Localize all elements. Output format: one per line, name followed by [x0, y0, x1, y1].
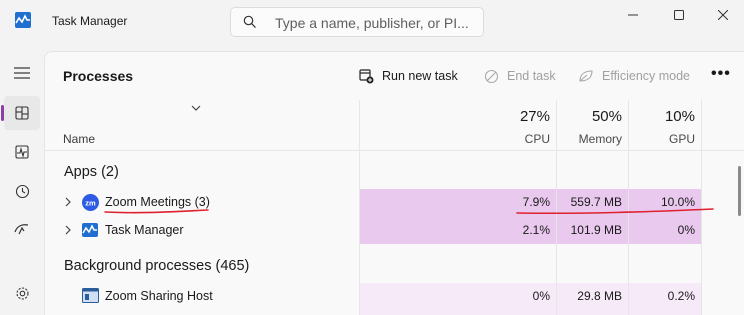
processes-panel: Processes Run new task End task Efficien…	[44, 51, 744, 315]
run-task-icon	[359, 68, 374, 83]
search-icon	[243, 15, 256, 28]
nav-startup-apps[interactable]	[4, 212, 40, 246]
search-box[interactable]	[230, 7, 484, 37]
more-options-button[interactable]: •••	[711, 65, 731, 83]
title-bar: Task Manager	[0, 0, 744, 44]
end-task-label: End task	[507, 69, 556, 83]
minimize-button[interactable]	[610, 0, 656, 30]
hamburger-menu-button[interactable]	[4, 56, 40, 90]
end-task-button[interactable]: End task	[484, 65, 556, 87]
run-new-task-label: Run new task	[382, 69, 458, 83]
minimize-icon	[628, 14, 638, 16]
leaf-icon	[579, 70, 593, 82]
task-manager-logo-icon	[15, 12, 31, 28]
navigation-rail	[0, 44, 44, 315]
close-icon	[718, 10, 728, 20]
history-icon	[15, 184, 29, 198]
red-annotation-marks	[104, 208, 714, 215]
nav-performance[interactable]	[4, 135, 40, 169]
hamburger-icon	[14, 67, 30, 79]
maximize-icon	[674, 10, 684, 20]
vertical-scrollbar[interactable]	[738, 166, 741, 216]
nav-processes[interactable]	[4, 96, 40, 130]
run-new-task-button[interactable]: Run new task	[359, 65, 458, 87]
performance-icon	[15, 145, 29, 159]
maximize-button[interactable]	[656, 0, 702, 30]
end-task-icon	[484, 69, 499, 83]
efficiency-mode-button[interactable]: Efficiency mode	[578, 65, 690, 87]
nav-app-history[interactable]	[4, 174, 40, 208]
close-button[interactable]	[700, 0, 744, 30]
underline-zoom-values	[516, 208, 714, 215]
page-title: Processes	[63, 68, 134, 84]
window-title: Task Manager	[52, 14, 128, 28]
processes-icon	[15, 106, 29, 120]
nav-settings[interactable]	[4, 276, 40, 310]
underline-zoom-name	[104, 209, 209, 214]
startup-icon	[14, 224, 29, 235]
efficiency-mode-label: Efficiency mode	[602, 69, 691, 83]
search-input[interactable]	[275, 14, 475, 32]
process-table: Name 27% CPU 50% Memory 10% GPU Apps (2)…	[45, 100, 744, 315]
settings-gear-icon	[15, 286, 29, 300]
